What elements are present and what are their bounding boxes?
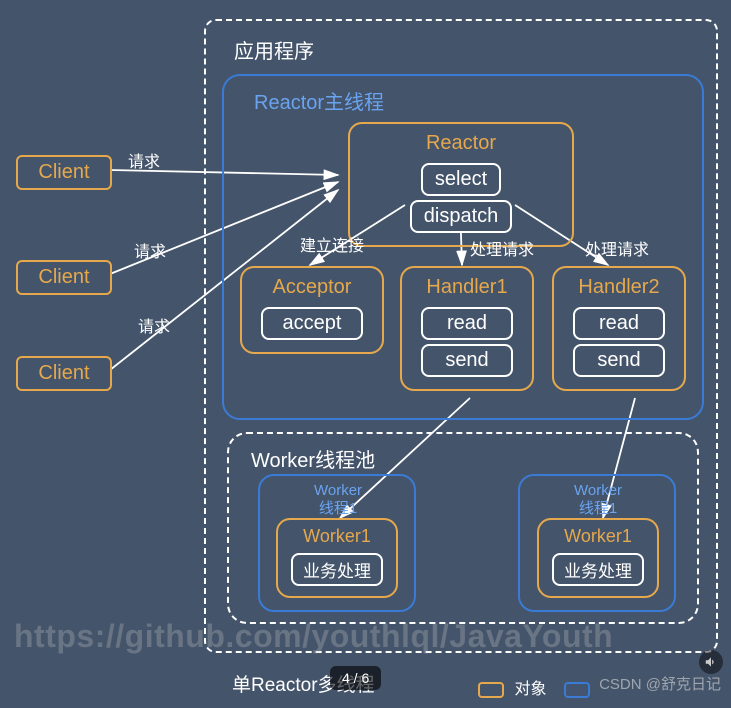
handler2-read: read (573, 307, 665, 340)
handler1-send: send (421, 344, 512, 377)
worker1-box: Worker1 业务处理 (276, 518, 398, 598)
legend-object-label: 对象 (514, 681, 546, 698)
worker-thread2-l2: 线程1 (579, 500, 617, 517)
worker2-title: Worker1 (547, 526, 649, 547)
page-indicator: 4 / 6 (330, 666, 381, 690)
worker1-title: Worker1 (286, 526, 388, 547)
acceptor-box: Acceptor accept (240, 266, 384, 354)
request-label-1: 请求 (128, 148, 160, 172)
worker2-action: 业务处理 (552, 553, 644, 586)
worker1-action: 业务处理 (291, 553, 383, 586)
client-label: Client (38, 266, 89, 288)
reactor-title: Reactor (360, 132, 562, 155)
handler1-title: Handler1 (412, 276, 522, 299)
client-label: Client (38, 161, 89, 183)
reactor-box: Reactor select dispatch (348, 122, 574, 247)
speaker-icon (704, 655, 718, 669)
audio-icon[interactable] (699, 650, 723, 674)
application-title: 应用程序 (234, 35, 314, 64)
worker2-box: Worker1 业务处理 (537, 518, 659, 598)
select-action: select (421, 163, 501, 196)
legend-swatch-blue (564, 682, 590, 698)
worker-thread1-l2: 线程1 (319, 500, 357, 517)
worker-pool-title: Worker线程池 (251, 444, 375, 473)
client-box-1: Client (16, 155, 112, 190)
worker-thread1-l1: Worker (314, 482, 362, 499)
client-label: Client (38, 362, 89, 384)
github-watermark: https://github.com/youthlql/JavaYouth (14, 618, 613, 655)
client-box-3: Client (16, 356, 112, 391)
request-label-2: 请求 (134, 238, 166, 262)
handler2-send: send (573, 344, 664, 377)
handler1-read: read (421, 307, 513, 340)
handler2-box: Handler2 read send (552, 266, 686, 391)
csdn-watermark: CSDN @舒克日记 (599, 673, 721, 694)
dispatch-action: dispatch (410, 200, 513, 233)
request-label-3: 请求 (138, 313, 170, 337)
client-box-2: Client (16, 260, 112, 295)
legend: 对象 (478, 675, 596, 699)
reactor-main-title: Reactor主线程 (254, 86, 384, 115)
edge-handle1: 处理请求 (470, 236, 534, 260)
worker-thread2-l1: Worker (574, 482, 622, 499)
accept-action: accept (261, 307, 364, 340)
acceptor-title: Acceptor (252, 276, 372, 299)
edge-establish: 建立连接 (300, 232, 364, 256)
legend-swatch-object (478, 682, 504, 698)
edge-handle2: 处理请求 (585, 236, 649, 260)
handler1-box: Handler1 read send (400, 266, 534, 391)
handler2-title: Handler2 (564, 276, 674, 299)
